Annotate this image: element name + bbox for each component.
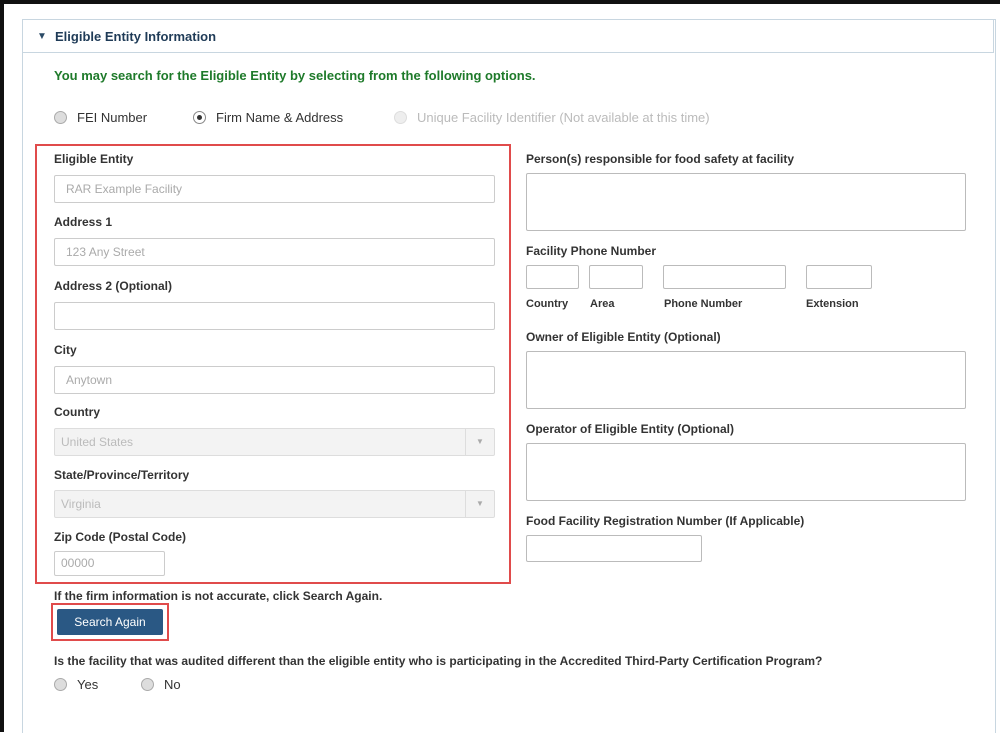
persons-field[interactable]	[526, 173, 966, 231]
zip-field[interactable]: 00000	[54, 551, 165, 576]
radio-no[interactable]	[141, 678, 154, 691]
yes-label: Yes	[77, 677, 99, 692]
option-fei-number[interactable]: FEI Number	[54, 110, 147, 125]
zip-label: Zip Code (Postal Code)	[54, 530, 186, 544]
city-label: City	[54, 343, 77, 357]
audit-answer-no[interactable]: No	[141, 677, 181, 692]
collapse-caret-icon[interactable]: ▼	[37, 31, 47, 42]
chevron-down-icon[interactable]: ▼	[465, 429, 494, 455]
phone-area-field[interactable]	[589, 265, 643, 289]
option-unique-facility-id: Unique Facility Identifier (Not availabl…	[394, 110, 710, 125]
country-label: Country	[54, 405, 100, 419]
search-again-note: If the firm information is not accurate,…	[54, 589, 383, 603]
state-select[interactable]: Virginia ▼	[54, 490, 495, 518]
search-hint: You may search for the Eligible Entity b…	[54, 68, 536, 83]
phone-number-label: Phone Number	[664, 298, 743, 310]
option-firm-name-address[interactable]: Firm Name & Address	[193, 110, 343, 125]
radio-firm-name-address[interactable]	[193, 111, 206, 124]
country-value: United States	[61, 435, 134, 449]
window-border-top	[0, 0, 1000, 4]
phone-area-label: Area	[590, 298, 615, 310]
address1-label: Address 1	[54, 215, 113, 229]
owner-field[interactable]	[526, 351, 966, 409]
city-field[interactable]: Anytown	[54, 366, 495, 394]
state-value: Virginia	[61, 497, 101, 511]
option-label: Firm Name & Address	[216, 110, 344, 125]
address1-field[interactable]: 123 Any Street	[54, 238, 495, 266]
state-label: State/Province/Territory	[54, 468, 190, 482]
panel-header[interactable]: ▼ Eligible Entity Information	[22, 19, 994, 53]
chevron-down-icon[interactable]: ▼	[465, 491, 494, 517]
owner-label: Owner of Eligible Entity (Optional)	[526, 330, 721, 344]
no-label: No	[164, 677, 181, 692]
option-label: FEI Number	[77, 110, 148, 125]
ffr-label: Food Facility Registration Number (If Ap…	[526, 514, 805, 528]
phone-country-field[interactable]	[526, 265, 579, 289]
audit-question: Is the facility that was audited differe…	[54, 654, 823, 668]
entity-field[interactable]: RAR Example Facility	[54, 175, 495, 203]
operator-label: Operator of Eligible Entity (Optional)	[526, 422, 735, 436]
address2-field[interactable]	[54, 302, 495, 330]
radio-fei-number[interactable]	[54, 111, 67, 124]
phone-label: Facility Phone Number	[526, 244, 657, 258]
phone-country-label: Country	[526, 298, 569, 310]
country-select[interactable]: United States ▼	[54, 428, 495, 456]
phone-extension-label: Extension	[806, 298, 859, 310]
option-label: Unique Facility Identifier (Not availabl…	[417, 110, 710, 125]
radio-unique-facility-id	[394, 111, 407, 124]
persons-label: Person(s) responsible for food safety at…	[526, 152, 795, 166]
window-border-left	[0, 0, 4, 732]
phone-extension-field[interactable]	[806, 265, 872, 289]
entity-label: Eligible Entity	[54, 152, 134, 166]
highlight-box-entity-fields	[35, 144, 511, 584]
operator-field[interactable]	[526, 443, 966, 501]
phone-number-field[interactable]	[663, 265, 786, 289]
search-again-button[interactable]: Search Again	[57, 609, 163, 635]
audit-answer-yes[interactable]: Yes	[54, 677, 98, 692]
panel-title: Eligible Entity Information	[55, 29, 217, 44]
radio-yes[interactable]	[54, 678, 67, 691]
ffr-field[interactable]	[526, 535, 702, 562]
address2-label: Address 2 (Optional)	[54, 279, 173, 293]
